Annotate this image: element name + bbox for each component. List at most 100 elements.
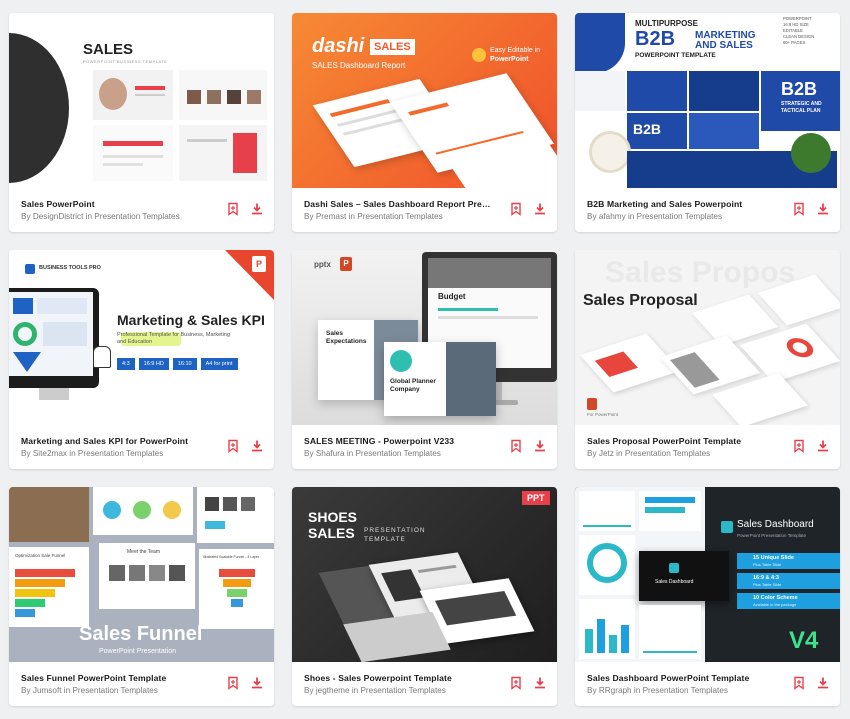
template-card[interactable]: pptx P Budget Sales Expectations Global … [292, 250, 557, 469]
download-icon[interactable] [250, 202, 264, 216]
download-icon[interactable] [816, 202, 830, 216]
thumb-slide-3: Global Planner Company [390, 378, 436, 393]
bookmark-icon[interactable] [226, 202, 240, 216]
thumb-note-2: PowerPoint [490, 56, 529, 63]
download-icon[interactable] [816, 676, 830, 690]
template-card[interactable]: Optimization Sale Funnel Meet the Team I… [9, 487, 274, 706]
author-link[interactable]: Site2max [33, 449, 67, 458]
thumb-line-5: POWERPOINT TEMPLATE [635, 52, 716, 59]
template-card[interactable]: Sales Dashboard Sales Dashboard PowerPoi… [575, 487, 840, 706]
bookmark-icon[interactable] [509, 202, 523, 216]
bookmark-icon[interactable] [509, 676, 523, 690]
thumb-brand: dashi [312, 35, 365, 57]
card-meta: Sales PowerPoint By DesignDistrict in Pr… [9, 188, 274, 232]
template-byline: By jegtheme in Presentation Templates [304, 686, 446, 695]
bookmark-icon[interactable] [792, 202, 806, 216]
template-card[interactable]: Sales Propos Sales Proposal For PowerPoi… [575, 250, 840, 469]
template-thumbnail[interactable]: P BUSINESS TOOLS PRO Marketing & Sales K… [9, 250, 274, 425]
author-link[interactable]: Jumsoft [33, 686, 62, 695]
thumb-brand: BUSINESS TOOLS PRO [39, 265, 101, 271]
author-link[interactable]: Shafura [316, 449, 345, 458]
thumb-big-sub: STRATEGIC AND TACTICAL PLAN [781, 101, 822, 114]
template-title[interactable]: B2B Marketing and Sales Powerpoint [587, 199, 777, 209]
bookmark-icon[interactable] [226, 676, 240, 690]
download-icon[interactable] [533, 676, 547, 690]
download-icon[interactable] [250, 439, 264, 453]
template-title[interactable]: SALES MEETING - Powerpoint V233 [304, 436, 494, 446]
thumb-note: For PowerPoint [587, 412, 619, 417]
author-link[interactable]: jegtheme [316, 686, 350, 695]
template-card[interactable]: dashi SALES SALES Dashboard Report Easy … [292, 13, 557, 232]
bookmark-icon[interactable] [509, 439, 523, 453]
thumb-line-1: MULTIPURPOSE [635, 19, 698, 28]
thumb-line-4: AND SALES [695, 40, 753, 51]
category-link[interactable]: Presentation Templates [360, 686, 445, 695]
template-byline: By Shafura in Presentation Templates [304, 449, 441, 458]
thumb-format: PPT [522, 491, 550, 505]
template-thumbnail[interactable]: dashi SALES SALES Dashboard Report Easy … [292, 13, 557, 188]
template-title[interactable]: Shoes - Sales Powerpoint Template [304, 673, 494, 683]
author-link[interactable]: RRgraph [599, 686, 632, 695]
author-link[interactable]: DesignDistrict [33, 212, 84, 221]
author-link[interactable]: Jetz [599, 449, 614, 458]
template-title[interactable]: Sales PowerPoint [21, 199, 211, 209]
thumb-heading: SALES [83, 41, 134, 58]
card-meta: Sales Dashboard PowerPoint Template By R… [575, 662, 840, 706]
thumb-slide-1: Budget [438, 292, 466, 301]
template-thumbnail[interactable]: pptx P Budget Sales Expectations Global … [292, 250, 557, 425]
bookmark-icon[interactable] [792, 676, 806, 690]
template-title[interactable]: Sales Proposal PowerPoint Template [587, 436, 777, 446]
author-link[interactable]: Premast [316, 212, 346, 221]
category-link[interactable]: Presentation Templates [78, 449, 163, 458]
bookmark-icon[interactable] [226, 439, 240, 453]
card-meta: Sales Funnel PowerPoint Template By Jums… [9, 662, 274, 706]
thumb-note: Easy Editable in [490, 47, 541, 54]
download-icon[interactable] [816, 439, 830, 453]
template-thumbnail[interactable]: Sales Dashboard Sales Dashboard PowerPoi… [575, 487, 840, 662]
thumb-line-1: SHOES [308, 509, 358, 525]
thumb-badge: SALES [370, 39, 415, 55]
template-thumbnail[interactable]: SALES POWERPOINT BUSINESS TEMPLATE [9, 13, 274, 188]
template-title[interactable]: Marketing and Sales KPI for PowerPoint [21, 436, 211, 446]
download-icon[interactable] [533, 202, 547, 216]
template-thumbnail[interactable]: PPT SHOES SALES PRESENTATION TEMPLATE [292, 487, 557, 662]
thumb-slide-2: Sales Expectations [326, 330, 367, 345]
category-link[interactable]: Presentation Templates [94, 212, 179, 221]
template-thumbnail[interactable]: MULTIPURPOSE B2B MARKETING AND SALES POW… [575, 13, 840, 188]
template-thumbnail[interactable]: Sales Propos Sales Proposal For PowerPoi… [575, 250, 840, 425]
thumb-big: B2B [781, 79, 818, 99]
author-link[interactable]: afahmy [599, 212, 626, 221]
card-meta: Dashi Sales – Sales Dashboard Report Pre… [292, 188, 557, 232]
template-card[interactable]: P BUSINESS TOOLS PRO Marketing & Sales K… [9, 250, 274, 469]
category-link[interactable]: Presentation Templates [637, 212, 722, 221]
template-thumbnail[interactable]: Optimization Sale Funnel Meet the Team I… [9, 487, 274, 662]
thumb-heading: Sales Dashboard [737, 519, 814, 530]
template-title[interactable]: Dashi Sales – Sales Dashboard Report Pre… [304, 199, 494, 209]
template-byline: By Jumsoft in Presentation Templates [21, 686, 158, 695]
template-card[interactable]: PPT SHOES SALES PRESENTATION TEMPLATE Sh… [292, 487, 557, 706]
thumb-subheading: PowerPoint Presentation Template [737, 533, 806, 538]
category-link[interactable]: Presentation Templates [625, 449, 710, 458]
thumb-line-2: SALES [308, 525, 355, 541]
template-byline: By afahmy in Presentation Templates [587, 212, 723, 221]
template-byline: By Site2max in Presentation Templates [21, 449, 164, 458]
download-icon[interactable] [533, 439, 547, 453]
template-byline: By DesignDistrict in Presentation Templa… [21, 212, 180, 221]
thumb-sub-1: PRESENTATION [364, 527, 426, 534]
thumb-slide-3: Illustrated Scalable Funnel - 4 Layer [203, 555, 260, 559]
card-meta: Marketing and Sales KPI for PowerPoint B… [9, 425, 274, 469]
template-title[interactable]: Sales Dashboard PowerPoint Template [587, 673, 777, 683]
category-link[interactable]: Presentation Templates [643, 686, 728, 695]
category-link[interactable]: Presentation Templates [72, 686, 157, 695]
thumb-subheading: PowerPoint Presentation [99, 648, 177, 655]
category-link[interactable]: Presentation Templates [355, 449, 440, 458]
thumb-subheading: POWERPOINT BUSINESS TEMPLATE [83, 59, 168, 64]
template-title[interactable]: Sales Funnel PowerPoint Template [21, 673, 211, 683]
card-meta: Shoes - Sales Powerpoint Template By jeg… [292, 662, 557, 706]
template-card[interactable]: SALES POWERPOINT BUSINESS TEMPLATE Sales… [9, 13, 274, 232]
template-card[interactable]: MULTIPURPOSE B2B MARKETING AND SALES POW… [575, 13, 840, 232]
thumb-mini-title: Sales Dashboard [655, 579, 694, 585]
bookmark-icon[interactable] [792, 439, 806, 453]
download-icon[interactable] [250, 676, 264, 690]
category-link[interactable]: Presentation Templates [357, 212, 442, 221]
